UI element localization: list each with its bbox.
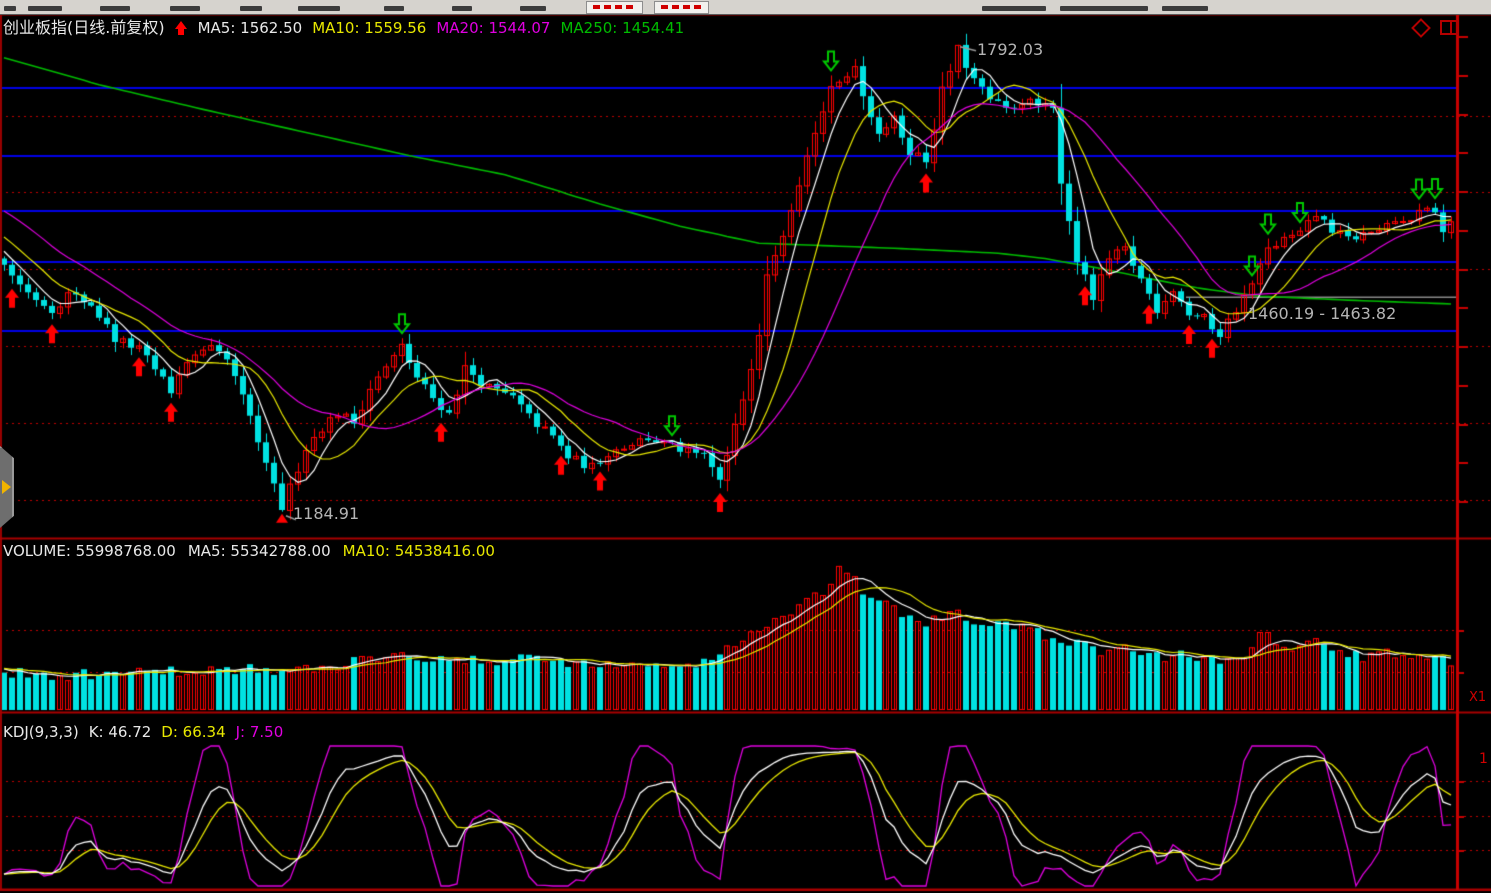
menu-remnant	[452, 6, 472, 11]
toolbar-button-2[interactable]	[654, 1, 709, 14]
menu-remnant	[384, 6, 404, 11]
menu-remnant	[28, 6, 62, 11]
ma20-value: MA20: 1544.07	[436, 21, 550, 36]
high-price-annotation: 1792.03	[977, 42, 1043, 58]
volume-ma10-value: MA10: 54538416.00	[343, 544, 495, 559]
kdj-scale-label: 1	[1479, 752, 1488, 766]
menu-remnant	[982, 6, 1046, 11]
ma250-value: MA250: 1454.41	[560, 21, 684, 36]
menu-remnant	[170, 6, 200, 11]
kdj-header: KDJ(9,3,3) K: 46.72 D: 66.34 J: 7.50	[3, 725, 283, 740]
chart-canvas[interactable]	[0, 0, 1491, 893]
menu-bar[interactable]	[0, 0, 1491, 15]
kdj-name: KDJ(9,3,3)	[3, 725, 79, 740]
toolbar-button-1[interactable]	[586, 1, 643, 14]
symbol-title: 创业板指(日线.前复权)	[3, 20, 165, 36]
panel-expand-tab[interactable]	[0, 446, 14, 528]
kdj-k-value: K: 46.72	[89, 725, 152, 740]
menu-remnant	[100, 6, 130, 11]
menu-remnant	[1060, 6, 1148, 11]
kdj-d-value: D: 66.34	[161, 725, 225, 740]
gap-range-annotation: 1460.19 - 1463.82	[1248, 306, 1396, 322]
ma10-value: MA10: 1559.56	[312, 21, 426, 36]
volume-ma5-value: MA5: 55342788.00	[188, 544, 331, 559]
low-price-annotation: 1184.91	[293, 506, 359, 522]
volume-value: VOLUME: 55998768.00	[3, 544, 176, 559]
kdj-j-value: J: 7.50	[236, 725, 284, 740]
menu-remnant	[1162, 6, 1208, 11]
expand-arrow-icon	[2, 480, 11, 494]
menu-remnant	[240, 6, 262, 11]
split-window-icon[interactable]	[1440, 20, 1459, 35]
volume-multiplier-label: X1	[1469, 691, 1486, 704]
trading-app-window: 创业板指(日线.前复权) MA5: 1562.50 MA10: 1559.56 …	[0, 0, 1491, 893]
menu-remnant	[4, 6, 16, 11]
volume-header: VOLUME: 55998768.00 MA5: 55342788.00 MA1…	[3, 544, 495, 559]
up-arrow-icon	[175, 21, 188, 35]
chart-header: 创业板指(日线.前复权) MA5: 1562.50 MA10: 1559.56 …	[3, 20, 684, 36]
menu-remnant	[520, 6, 546, 11]
ma5-value: MA5: 1562.50	[198, 21, 303, 36]
menu-remnant	[298, 6, 340, 11]
